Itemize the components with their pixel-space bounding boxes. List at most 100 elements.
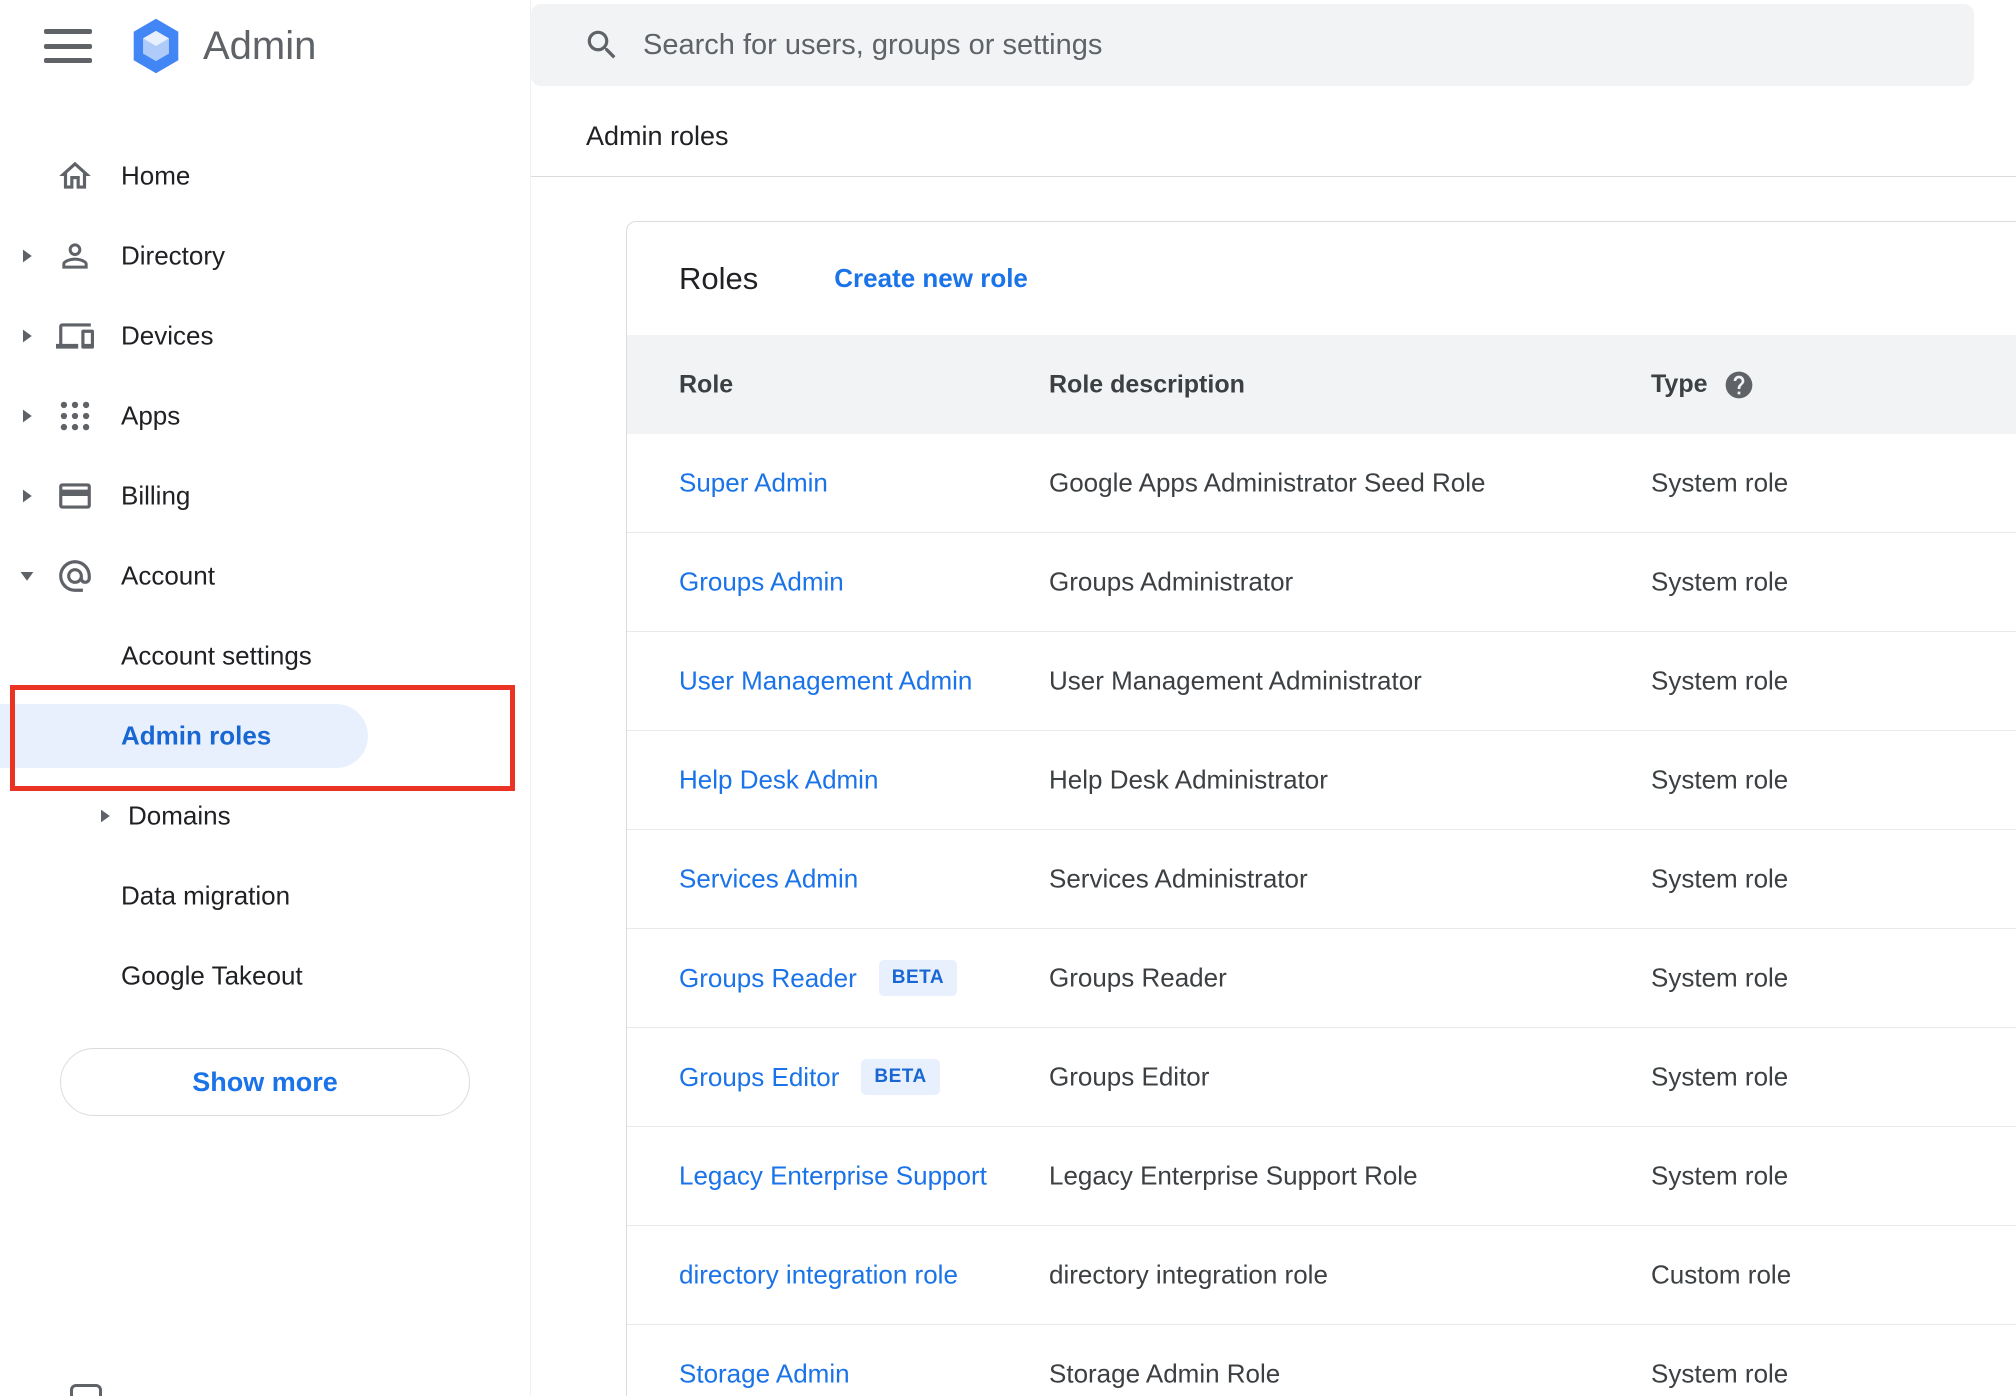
- role-type: System role: [1651, 566, 1789, 597]
- roles-table-body: Super Admin Google Apps Administrator Se…: [627, 434, 2016, 1396]
- table-row: Super Admin Google Apps Administrator Se…: [627, 434, 2016, 533]
- role-description: User Management Administrator: [1049, 665, 1422, 696]
- table-row: Groups Editor BETA Groups Editor System …: [627, 1028, 2016, 1127]
- sidebar-item-google-takeout[interactable]: Google Takeout: [0, 936, 530, 1016]
- create-new-role-link[interactable]: Create new role: [834, 263, 1028, 294]
- column-header-role: Role: [679, 370, 734, 398]
- sidebar-item-account[interactable]: Account: [0, 536, 530, 616]
- role-type: System role: [1651, 764, 1789, 795]
- role-description: Google Apps Administrator Seed Role: [1049, 467, 1486, 498]
- table-row: Services Admin Services Administrator Sy…: [627, 830, 2016, 929]
- breadcrumb: Admin roles: [586, 121, 729, 151]
- role-link[interactable]: User Management Admin: [679, 666, 972, 697]
- admin-console-page: Admin Home Directory Devices Apps Billin…: [0, 0, 2016, 1396]
- role-link[interactable]: directory integration role: [679, 1260, 958, 1291]
- chevron-right-icon[interactable]: [19, 328, 35, 344]
- sidebar: Admin Home Directory Devices Apps Billin…: [0, 0, 531, 1396]
- admin-hexagon-logo-icon: [129, 17, 183, 75]
- role-link[interactable]: Help Desk Admin: [679, 765, 878, 796]
- sidebar-item-billing[interactable]: Billing: [0, 456, 530, 536]
- role-type: System role: [1651, 1358, 1789, 1389]
- header-divider: [531, 176, 2016, 177]
- main-content: Admin roles Roles Create new role Role R…: [531, 0, 2016, 1396]
- sidebar-nav: Home Directory Devices Apps Billing Acco…: [0, 136, 530, 1016]
- beta-badge: BETA: [878, 960, 958, 996]
- column-header-role-description: Role description: [1049, 370, 1245, 398]
- role-link[interactable]: Legacy Enterprise Support: [679, 1161, 987, 1192]
- sidebar-item-label: Apps: [121, 400, 181, 431]
- home-icon: [56, 157, 94, 195]
- apps-grid-icon: [56, 397, 94, 435]
- chevron-right-icon[interactable]: [19, 488, 35, 504]
- role-description: Storage Admin Role: [1049, 1358, 1281, 1389]
- column-header-type: Type: [1651, 369, 1755, 401]
- sidebar-item-apps[interactable]: Apps: [0, 376, 530, 456]
- billing-card-icon: [56, 477, 94, 515]
- role-type: System role: [1651, 665, 1789, 696]
- chevron-right-icon[interactable]: [97, 808, 113, 824]
- sidebar-item-domains[interactable]: Domains: [0, 776, 530, 856]
- roles-heading: Roles: [679, 260, 759, 296]
- role-link[interactable]: Storage Admin: [679, 1359, 850, 1390]
- beta-badge: BETA: [861, 1059, 940, 1095]
- role-link[interactable]: Groups Reader: [679, 963, 857, 994]
- search-input[interactable]: [643, 4, 1923, 86]
- role-type: System role: [1651, 467, 1789, 498]
- role-cell: Help Desk Admin: [679, 765, 878, 796]
- sidebar-item-label: Account: [121, 560, 215, 591]
- chevron-right-icon[interactable]: [19, 248, 35, 264]
- role-cell: Storage Admin: [679, 1359, 850, 1390]
- role-link[interactable]: Super Admin: [679, 468, 828, 499]
- role-cell: Groups Editor BETA: [679, 1059, 940, 1095]
- role-description: Services Administrator: [1049, 863, 1308, 894]
- role-cell: Groups Reader BETA: [679, 960, 958, 996]
- hamburger-menu-icon[interactable]: [44, 27, 93, 65]
- brand-bar: Admin: [0, 0, 316, 92]
- role-type: System role: [1651, 1160, 1789, 1191]
- sidebar-item-devices[interactable]: Devices: [0, 296, 530, 376]
- sidebar-item-account-settings[interactable]: Account settings: [0, 616, 530, 696]
- partial-bottom-icon: [70, 1384, 102, 1396]
- role-cell: Groups Admin: [679, 567, 844, 598]
- role-description: Groups Administrator: [1049, 566, 1294, 597]
- table-row: Groups Reader BETA Groups Reader System …: [627, 929, 2016, 1028]
- chevron-down-icon[interactable]: [19, 568, 35, 584]
- role-cell: Legacy Enterprise Support: [679, 1161, 987, 1192]
- table-row: Storage Admin Storage Admin Role System …: [627, 1325, 2016, 1396]
- sidebar-item-label: Directory: [121, 240, 226, 271]
- sidebar-item-label: Google Takeout: [121, 960, 303, 991]
- sidebar-item-home[interactable]: Home: [0, 136, 530, 216]
- sidebar-item-data-migration[interactable]: Data migration: [0, 856, 530, 936]
- show-more-button[interactable]: Show more: [60, 1048, 470, 1116]
- role-description: directory integration role: [1049, 1259, 1328, 1290]
- role-description: Help Desk Administrator: [1049, 764, 1328, 795]
- sidebar-item-label: Domains: [128, 800, 231, 831]
- role-cell: Services Admin: [679, 864, 858, 895]
- sidebar-item-label: Devices: [121, 320, 214, 351]
- account-at-icon: [56, 557, 94, 595]
- role-link[interactable]: Groups Editor: [679, 1062, 839, 1093]
- role-link[interactable]: Groups Admin: [679, 567, 844, 598]
- directory-person-icon: [56, 237, 94, 275]
- search-icon: [583, 26, 621, 64]
- sidebar-item-directory[interactable]: Directory: [0, 216, 530, 296]
- role-type: System role: [1651, 962, 1789, 993]
- role-cell: User Management Admin: [679, 666, 972, 697]
- role-type: Custom role: [1651, 1259, 1792, 1290]
- role-link[interactable]: Services Admin: [679, 864, 858, 895]
- sidebar-item-admin-roles[interactable]: Admin roles: [0, 696, 530, 776]
- role-description: Groups Editor: [1049, 1061, 1210, 1092]
- role-description: Groups Reader: [1049, 962, 1227, 993]
- sidebar-item-label: Admin roles: [121, 720, 272, 751]
- role-cell: Super Admin: [679, 468, 828, 499]
- app-title: Admin: [203, 23, 317, 68]
- roles-card-header: Roles Create new role: [627, 222, 2016, 335]
- table-row: directory integration role directory int…: [627, 1226, 2016, 1325]
- roles-card: Roles Create new role Role Role descript…: [626, 221, 2016, 1396]
- chevron-right-icon[interactable]: [19, 408, 35, 424]
- help-question-icon[interactable]: [1723, 369, 1755, 401]
- sidebar-item-label: Account settings: [121, 640, 312, 671]
- table-row: Help Desk Admin Help Desk Administrator …: [627, 731, 2016, 830]
- role-type: System role: [1651, 863, 1789, 894]
- search-bar[interactable]: [531, 4, 1974, 86]
